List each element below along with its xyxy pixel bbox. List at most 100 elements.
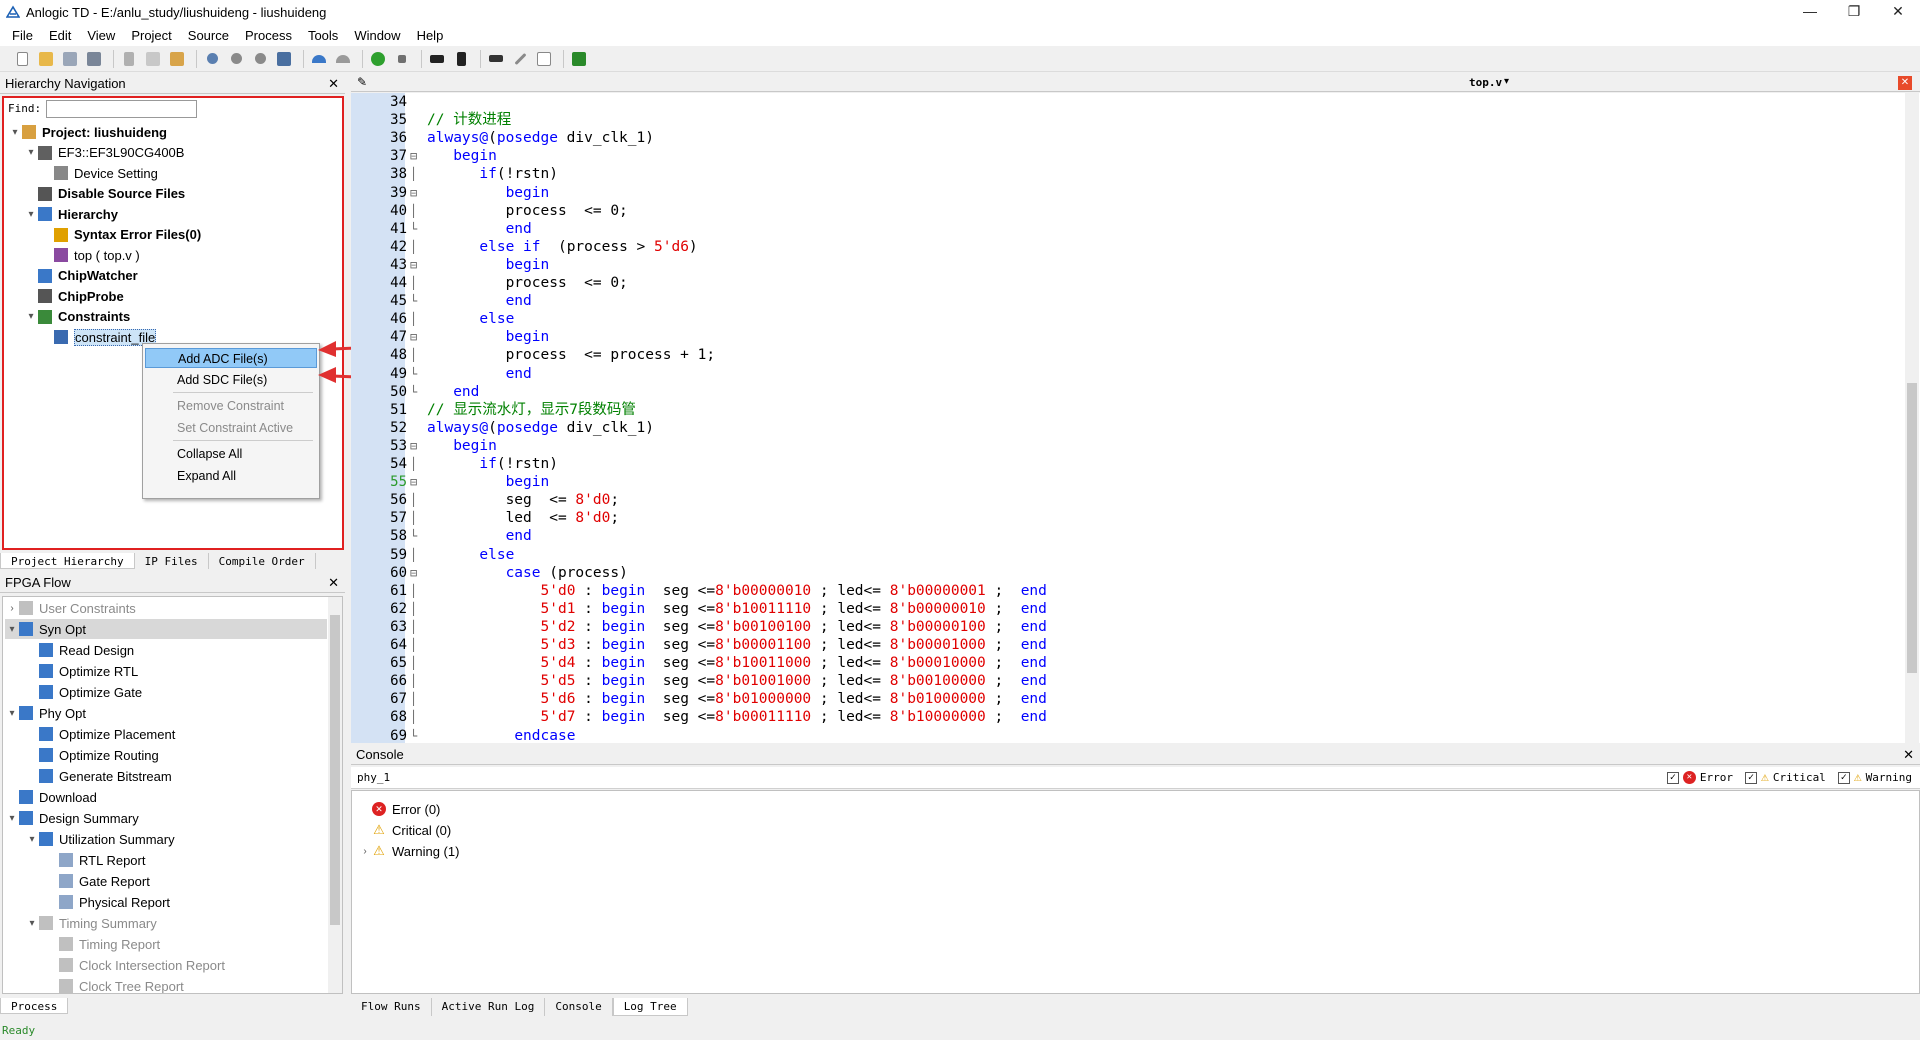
flow-node[interactable]: Optimize Gate: [25, 682, 142, 702]
flow-node[interactable]: Download: [5, 787, 97, 807]
flow-node[interactable]: Optimize RTL: [25, 661, 138, 681]
code-line[interactable]: begin: [427, 256, 550, 274]
code-line[interactable]: seg <= 8'd0;: [427, 491, 620, 509]
code-line[interactable]: else: [427, 546, 514, 564]
chart-icon[interactable]: [427, 49, 447, 69]
save-icon[interactable]: [60, 49, 80, 69]
fold-toggle-icon[interactable]: ⊟: [410, 437, 420, 455]
tree-node[interactable]: ChipProbe: [24, 286, 124, 306]
find-next-icon[interactable]: [226, 49, 246, 69]
editor-scrollbar[interactable]: [1905, 93, 1919, 743]
flow-node[interactable]: ▾ Design Summary: [5, 808, 138, 828]
expand-icon[interactable]: ▾: [24, 209, 38, 220]
find-input[interactable]: [46, 100, 197, 118]
code-line[interactable]: begin: [427, 147, 497, 165]
code-line[interactable]: else if (process > 5'd6): [427, 238, 697, 256]
code-line[interactable]: // 计数进程: [427, 111, 511, 129]
copy-icon[interactable]: [143, 49, 163, 69]
flow-node[interactable]: Optimize Routing: [25, 745, 159, 765]
menu-process[interactable]: Process: [237, 28, 300, 43]
probe-icon[interactable]: [510, 49, 530, 69]
tree-node[interactable]: Device Setting: [40, 163, 158, 183]
chevron-down-icon[interactable]: ▾: [1504, 76, 1509, 87]
expand-icon[interactable]: ▾: [25, 918, 39, 929]
flow-scrollbar[interactable]: [328, 597, 342, 993]
flow-scrollbar-thumb[interactable]: [330, 615, 340, 925]
context-menu-item[interactable]: Add SDC File(s): [145, 370, 317, 390]
download-icon[interactable]: [569, 49, 589, 69]
context-menu-item[interactable]: Add ADC File(s): [145, 348, 317, 368]
tree-node[interactable]: Syntax Error Files(0): [40, 225, 201, 245]
fold-toggle-icon[interactable]: ⊟: [410, 256, 420, 274]
tab-project-hierarchy[interactable]: Project Hierarchy: [0, 553, 135, 569]
tree-node[interactable]: ChipWatcher: [24, 266, 138, 286]
flow-node[interactable]: Read Design: [25, 640, 134, 660]
fold-toggle-icon[interactable]: ⊟: [410, 184, 420, 202]
flow-node[interactable]: Generate Bitstream: [25, 766, 172, 786]
code-line[interactable]: case (process): [427, 564, 628, 582]
tree-node[interactable]: ▾ Hierarchy: [24, 204, 118, 224]
code-line[interactable]: else: [427, 310, 514, 328]
code-line[interactable]: if(!rstn): [427, 165, 558, 183]
flow-node[interactable]: ▾ Utilization Summary: [25, 829, 174, 849]
tree-node[interactable]: Disable Source Files: [24, 184, 185, 204]
flow-node[interactable]: ▾ Syn Opt: [5, 619, 327, 639]
menu-source[interactable]: Source: [180, 28, 237, 43]
flow-node[interactable]: Clock Tree Report: [45, 976, 184, 993]
flow-node[interactable]: Timing Report: [45, 934, 160, 954]
menu-tools[interactable]: Tools: [300, 28, 346, 43]
code-line[interactable]: if(!rstn): [427, 455, 558, 473]
tab-active-run-log[interactable]: Active Run Log: [432, 998, 546, 1016]
find-prev-icon[interactable]: [250, 49, 270, 69]
watcher-icon[interactable]: [534, 49, 554, 69]
redo-icon[interactable]: [333, 49, 353, 69]
code-line[interactable]: begin: [427, 437, 497, 455]
editor-scrollbar-thumb[interactable]: [1907, 383, 1917, 673]
tab-log-tree[interactable]: Log Tree: [612, 998, 688, 1016]
code-line[interactable]: always@(posedge div_clk_1): [427, 419, 654, 437]
code-line[interactable]: 5'd4 : begin seg <=8'b10011000 ; led<= 8…: [427, 654, 1047, 672]
flow-node[interactable]: Optimize Placement: [25, 724, 175, 744]
fold-toggle-icon[interactable]: ⊟: [410, 147, 420, 165]
context-menu-item[interactable]: Collapse All: [145, 444, 317, 464]
flow-node[interactable]: RTL Report: [45, 850, 145, 870]
critical-filter-checkbox[interactable]: ✓: [1745, 771, 1757, 784]
code-line[interactable]: process <= 0;: [427, 274, 628, 292]
tree-node[interactable]: ▾ EF3::EF3L90CG400B: [24, 143, 184, 163]
tab-flow-runs[interactable]: Flow Runs: [351, 998, 432, 1016]
paste-icon[interactable]: [167, 49, 187, 69]
warning-filter-checkbox[interactable]: ✓: [1837, 771, 1850, 784]
flow-node[interactable]: Clock Intersection Report: [45, 955, 225, 975]
flow-node[interactable]: Physical Report: [45, 892, 170, 912]
code-line[interactable]: 5'd3 : begin seg <=8'b00001100 ; led<= 8…: [427, 636, 1047, 654]
code-line[interactable]: end: [427, 220, 532, 238]
tab-compile-order[interactable]: Compile Order: [209, 553, 316, 569]
expand-icon[interactable]: ▾: [5, 708, 19, 719]
tree-node[interactable]: top ( top.v ): [40, 245, 140, 265]
find-icon[interactable]: [202, 49, 222, 69]
save-all-icon[interactable]: [84, 49, 104, 69]
stop-icon[interactable]: [392, 49, 412, 69]
fold-toggle-icon[interactable]: ⊟: [410, 564, 420, 582]
expand-icon[interactable]: ▾: [24, 311, 38, 322]
flow-node[interactable]: ▾ Phy Opt: [5, 703, 85, 723]
undo-icon[interactable]: [309, 49, 329, 69]
expand-icon[interactable]: ▾: [24, 147, 38, 158]
code-line[interactable]: 5'd7 : begin seg <=8'b00011110 ; led<= 8…: [427, 708, 1047, 726]
run-icon[interactable]: [368, 49, 388, 69]
tab-console[interactable]: Console: [545, 998, 613, 1016]
open-folder-icon[interactable]: [36, 49, 56, 69]
code-line[interactable]: begin: [427, 473, 550, 491]
flow-node[interactable]: ▾ Timing Summary: [25, 913, 156, 933]
tree-node[interactable]: ▾ Project: liushuideng: [8, 122, 166, 142]
tree-node[interactable]: ▾ Constraints: [24, 307, 130, 327]
flow-node[interactable]: › User Constraints: [5, 598, 135, 618]
tab-ip-files[interactable]: IP Files: [135, 553, 209, 569]
expand-icon[interactable]: ›: [5, 603, 19, 614]
code-line[interactable]: process <= process + 1;: [427, 346, 716, 364]
fold-toggle-icon[interactable]: ⊟: [410, 328, 420, 346]
expand-icon[interactable]: ▾: [5, 813, 19, 824]
code-line[interactable]: begin: [427, 184, 550, 202]
code-line[interactable]: 5'd1 : begin seg <=8'b10011110 ; led<= 8…: [427, 600, 1047, 618]
code-line[interactable]: 5'd6 : begin seg <=8'b01000000 ; led<= 8…: [427, 690, 1047, 708]
